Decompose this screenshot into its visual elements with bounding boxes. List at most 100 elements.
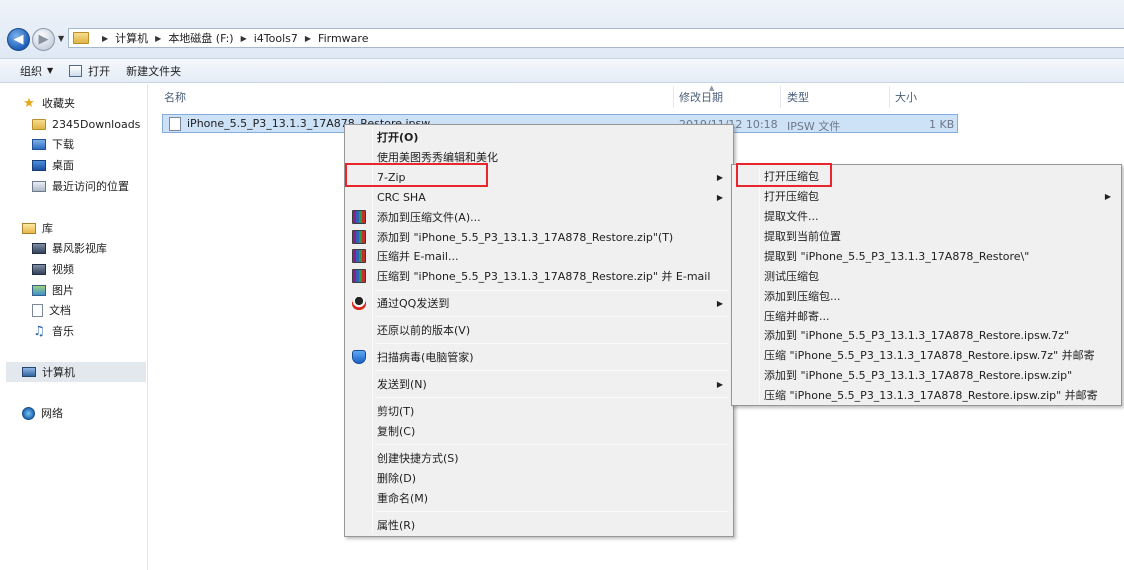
sidebar-item-baofeng[interactable]: 暴风影视库 — [32, 238, 107, 258]
menu-item-label: 复制(C) — [377, 425, 416, 438]
sidebar-item-music[interactable]: ♫ 音乐 — [32, 321, 74, 341]
command-toolbar: 组织 ▼ 打开 新建文件夹 — [0, 58, 1124, 83]
breadcrumb-drive[interactable]: 本地磁盘 (F:) — [168, 30, 233, 46]
desktop-icon — [32, 159, 46, 171]
chevron-right-icon[interactable]: ▶ — [305, 34, 311, 43]
menu-item-create-shortcut[interactable]: 创建快捷方式(S) — [347, 448, 731, 468]
sidebar-item-documents[interactable]: 文档 — [32, 300, 71, 320]
highlight-box-open-archive — [736, 163, 832, 187]
file-icon — [169, 116, 181, 131]
history-dropdown-icon[interactable]: ▼ — [58, 34, 64, 43]
breadcrumb-computer[interactable]: 计算机 — [115, 30, 148, 46]
qq-penguin-icon — [352, 296, 366, 310]
sidebar-item-pictures[interactable]: 图片 — [32, 280, 74, 300]
file-type: IPSW 文件 — [787, 120, 841, 133]
breadcrumb-firmware[interactable]: Firmware — [318, 32, 368, 45]
new-folder-button[interactable]: 新建文件夹 — [118, 59, 189, 82]
submenu-item-add-to-7z[interactable]: 添加到 "iPhone_5.5_P3_13.1.3_17A878_Restore… — [734, 325, 1119, 345]
menu-item-cut[interactable]: 剪切(T) — [347, 401, 731, 421]
back-arrow-icon[interactable]: ◀ — [7, 28, 30, 51]
submenu-item-compress-zip-email[interactable]: 压缩 "iPhone_5.5_P3_13.1.3_17A878_Restore.… — [734, 385, 1119, 405]
submenu-item-extract-to[interactable]: 提取到 "iPhone_5.5_P3_13.1.3_17A878_Restore… — [734, 246, 1119, 266]
submenu-item-compress-7z-email[interactable]: 压缩 "iPhone_5.5_P3_13.1.3_17A878_Restore.… — [734, 345, 1119, 365]
organize-button[interactable]: 组织 ▼ — [12, 59, 61, 82]
star-icon: ★ — [23, 95, 35, 111]
submenu-arrow-icon: ▶ — [716, 192, 723, 202]
submenu-arrow-icon: ▶ — [716, 298, 723, 308]
menu-item-label: 添加到 "iPhone_5.5_P3_13.1.3_17A878_Restore… — [377, 231, 674, 244]
sidebar-item-network[interactable]: 网络 — [22, 403, 63, 423]
sidebar-item-label: 网络 — [41, 407, 63, 420]
menu-item-scan-virus[interactable]: 扫描病毒(电脑管家) — [347, 347, 731, 367]
submenu-item-add-to-archive[interactable]: 添加到压缩包... — [734, 286, 1119, 306]
new-folder-label: 新建文件夹 — [126, 64, 182, 78]
shield-icon — [352, 350, 366, 364]
column-header-size[interactable]: 大小 — [895, 84, 917, 110]
document-icon — [32, 303, 43, 317]
sidebar-item-videos[interactable]: 视频 — [32, 259, 74, 279]
forward-arrow-icon[interactable]: ▶ — [32, 28, 55, 51]
menu-item-compress-email[interactable]: 压缩并 E-mail... — [347, 246, 731, 266]
sidebar-item-downloads[interactable]: 下载 — [32, 134, 74, 154]
menu-item-crc-sha[interactable]: CRC SHA ▶ — [347, 187, 731, 207]
recent-places-icon — [32, 180, 46, 192]
submenu-item-extract-files[interactable]: 提取文件... — [734, 206, 1119, 226]
submenu-item-open-archive-more[interactable]: 打开压缩包 ▶ — [734, 186, 1119, 206]
menu-item-send-to[interactable]: 发送到(N) ▶ — [347, 374, 731, 394]
sidebar-item-label: 暴风影视库 — [52, 242, 107, 255]
open-button[interactable]: 打开 — [61, 59, 118, 82]
submenu-item-add-to-zip[interactable]: 添加到 "iPhone_5.5_P3_13.1.3_17A878_Restore… — [734, 365, 1119, 385]
chevron-right-icon[interactable]: ▶ — [102, 34, 108, 43]
column-divider[interactable] — [780, 86, 781, 108]
sidebar-item-computer[interactable]: 计算机 — [6, 362, 146, 382]
winrar-icon — [352, 269, 366, 283]
chevron-right-icon[interactable]: ▶ — [155, 34, 161, 43]
menu-item-label: 提取到当前位置 — [764, 230, 841, 243]
submenu-arrow-icon: ▶ — [716, 379, 723, 389]
video-icon — [32, 263, 46, 275]
menu-item-restore-previous[interactable]: 还原以前的版本(V) — [347, 320, 731, 340]
column-header-date[interactable]: 修改日期 — [679, 84, 723, 110]
open-label: 打开 — [88, 64, 111, 78]
menu-separator — [375, 316, 729, 317]
winrar-icon — [352, 230, 366, 244]
column-header-type[interactable]: 类型 — [787, 84, 809, 110]
menu-item-label: 添加到压缩文件(A)... — [377, 211, 481, 224]
address-row: ◀ ▶ ▼ ▶ 计算机 ▶ 本地磁盘 (F:) ▶ i4Tools7 ▶ Fir… — [0, 0, 1124, 58]
menu-item-label: 提取文件... — [764, 210, 819, 223]
menu-item-rename[interactable]: 重命名(M) — [347, 488, 731, 508]
7zip-submenu: 打开压缩包 打开压缩包 ▶ 提取文件... 提取到当前位置 提取到 "iPhon… — [731, 164, 1122, 406]
menu-separator — [375, 511, 729, 512]
menu-separator — [375, 343, 729, 344]
menu-item-label: 添加到 "iPhone_5.5_P3_13.1.3_17A878_Restore… — [764, 329, 1070, 342]
submenu-item-extract-here[interactable]: 提取到当前位置 — [734, 226, 1119, 246]
sidebar-item-library[interactable]: 库 — [22, 218, 53, 238]
sidebar-item-favorites[interactable]: ★ 收藏夹 — [22, 93, 75, 113]
menu-item-add-to-zip[interactable]: 添加到 "iPhone_5.5_P3_13.1.3_17A878_Restore… — [347, 227, 731, 247]
computer-icon — [22, 367, 36, 377]
breadcrumb-i4tools[interactable]: i4Tools7 — [254, 32, 298, 45]
submenu-item-compress-email[interactable]: 压缩并邮寄... — [734, 306, 1119, 326]
menu-item-label: 通过QQ发送到 — [377, 297, 450, 310]
menu-item-compress-to-email[interactable]: 压缩到 "iPhone_5.5_P3_13.1.3_17A878_Restore… — [347, 266, 731, 286]
menu-item-open[interactable]: 打开(O) — [347, 127, 731, 147]
menu-item-copy[interactable]: 复制(C) — [347, 421, 731, 441]
sidebar-item-desktop[interactable]: 桌面 — [32, 155, 74, 175]
menu-item-label: 压缩并邮寄... — [764, 310, 830, 323]
menu-item-label: 还原以前的版本(V) — [377, 324, 471, 337]
menu-item-qq-send[interactable]: 通过QQ发送到 ▶ — [347, 293, 731, 313]
address-bar[interactable]: ▶ 计算机 ▶ 本地磁盘 (F:) ▶ i4Tools7 ▶ Firmware — [68, 28, 1124, 48]
chevron-right-icon[interactable]: ▶ — [241, 34, 247, 43]
menu-item-label: 重命名(M) — [377, 492, 429, 505]
menu-item-label: 打开(O) — [377, 131, 419, 144]
menu-item-add-archive[interactable]: 添加到压缩文件(A)... — [347, 207, 731, 227]
sidebar-item-recent[interactable]: 最近访问的位置 — [32, 176, 129, 196]
sidebar-item-2345downloads[interactable]: 2345Downloads — [32, 114, 140, 134]
sidebar-item-label: 音乐 — [52, 325, 74, 338]
submenu-item-test-archive[interactable]: 测试压缩包 — [734, 266, 1119, 286]
menu-item-delete[interactable]: 删除(D) — [347, 468, 731, 488]
column-divider[interactable] — [673, 86, 674, 108]
column-header-name[interactable]: 名称 — [164, 84, 186, 110]
column-divider[interactable] — [889, 86, 890, 108]
menu-item-properties[interactable]: 属性(R) — [347, 515, 731, 535]
